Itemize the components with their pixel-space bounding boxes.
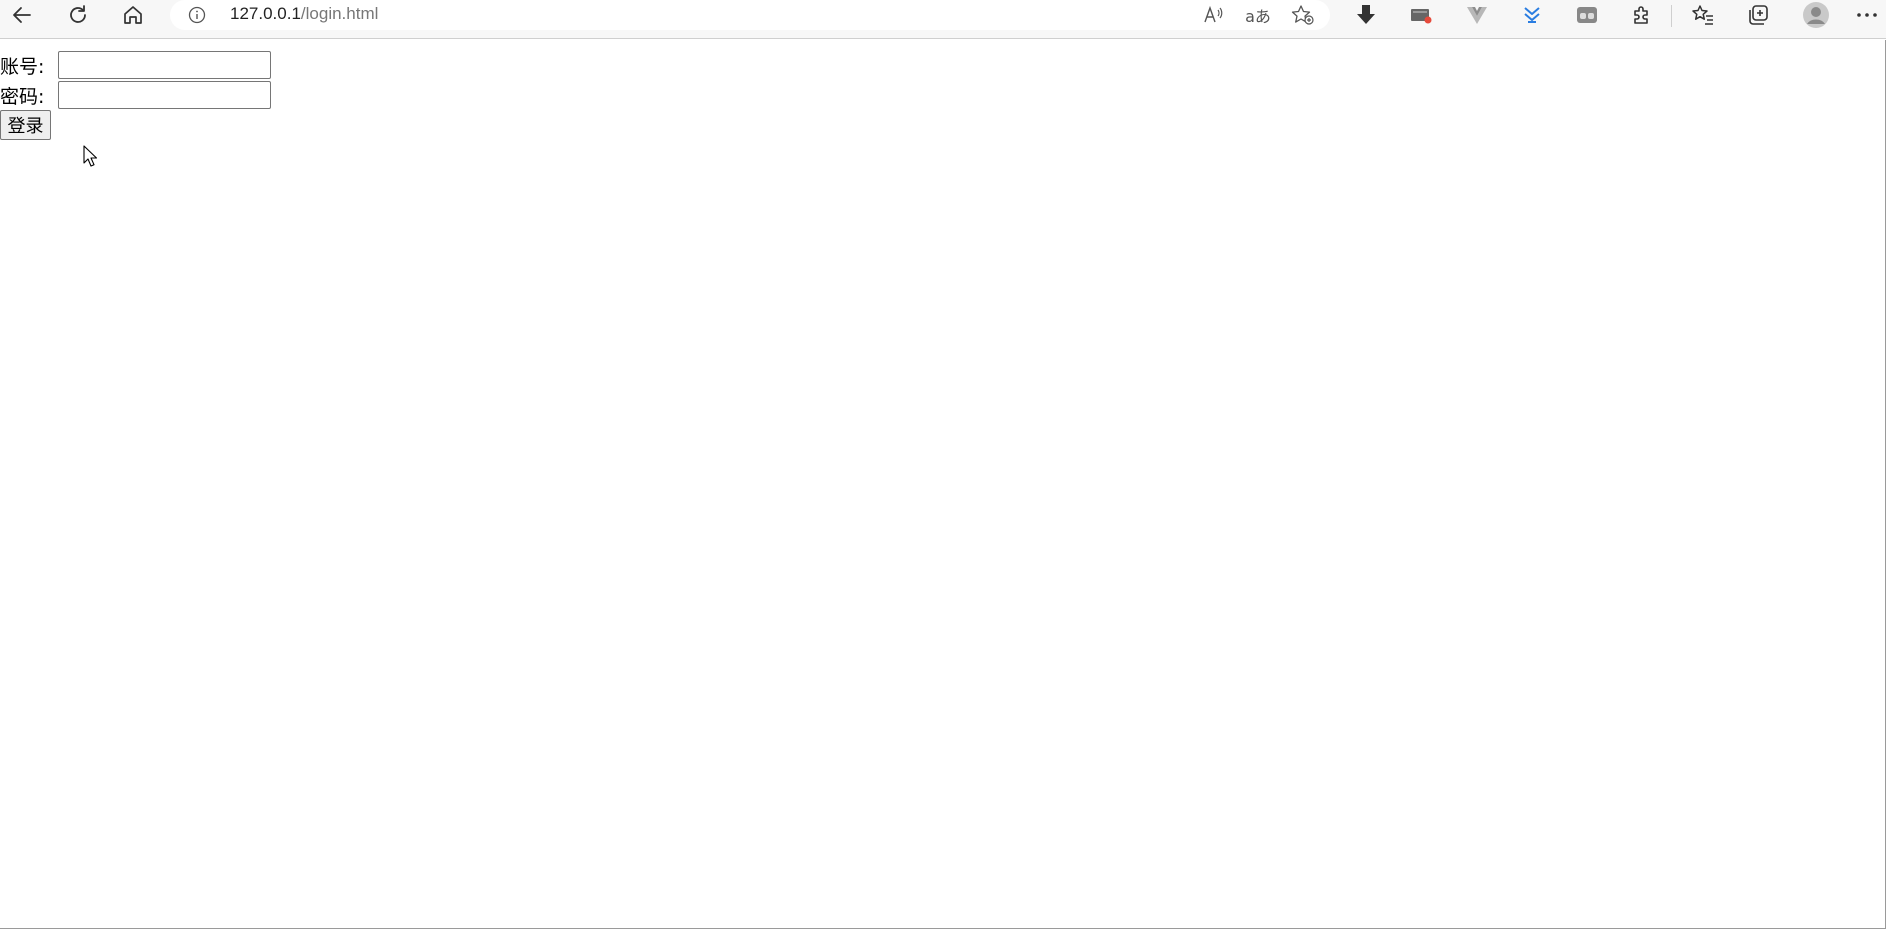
add-favorite-button[interactable] [1288, 3, 1318, 27]
read-aloud-button[interactable] [1199, 3, 1229, 27]
chevrons-down-icon [1524, 7, 1540, 23]
refresh-icon [70, 5, 86, 23]
extension-1-button[interactable] [1399, 0, 1443, 30]
account-label: 账号: [0, 55, 45, 78]
extension-4-button[interactable] [1565, 0, 1609, 30]
vue-devtools-button[interactable] [1455, 0, 1499, 30]
address-bar[interactable]: 127.0.0.1/login.html aあ [170, 0, 1330, 30]
extension-3-button[interactable] [1510, 0, 1554, 30]
collections-button[interactable] [1736, 0, 1780, 30]
login-button[interactable]: 登录 [0, 110, 51, 140]
downloads-button[interactable] [1344, 0, 1388, 30]
password-row: 密码: [0, 80, 271, 110]
glasses-icon [1577, 7, 1597, 23]
read-aloud-icon [1204, 5, 1223, 23]
avatar-icon [1803, 2, 1829, 28]
url-text[interactable]: 127.0.0.1/login.html [230, 4, 378, 24]
collections-icon [1749, 5, 1768, 25]
back-button[interactable] [0, 0, 44, 30]
star-add-icon [1291, 5, 1314, 25]
mouse-cursor-icon [83, 145, 97, 167]
download-icon [1357, 5, 1375, 24]
home-icon [124, 6, 142, 24]
more-dots-icon [1857, 13, 1877, 17]
favorites-list-icon [1692, 5, 1713, 25]
password-label: 密码: [0, 85, 45, 108]
vue-logo-icon [1467, 7, 1487, 24]
site-info-icon[interactable] [188, 6, 206, 24]
refresh-button[interactable] [56, 0, 100, 30]
puzzle-icon [1634, 6, 1648, 24]
toolbar-separator [1671, 5, 1672, 27]
browser-toolbar: 127.0.0.1/login.html aあ [0, 0, 1886, 39]
translate-icon: aあ [1245, 7, 1271, 26]
account-row: 账号: [0, 50, 271, 80]
account-input[interactable] [58, 51, 271, 79]
favorites-button[interactable] [1681, 0, 1725, 30]
url-host: 127.0.0.1 [230, 4, 301, 23]
translate-button[interactable]: aあ [1243, 3, 1273, 27]
extension-badge-icon [1411, 9, 1432, 24]
page-content: 账号: 密码: 登录 [0, 40, 1886, 928]
password-input[interactable] [58, 81, 271, 109]
profile-button[interactable] [1794, 0, 1838, 30]
settings-more-button[interactable] [1848, 0, 1886, 30]
home-button[interactable] [111, 0, 155, 30]
extensions-button[interactable] [1620, 0, 1664, 30]
url-path: /login.html [300, 4, 379, 23]
back-arrow-icon [13, 7, 31, 23]
